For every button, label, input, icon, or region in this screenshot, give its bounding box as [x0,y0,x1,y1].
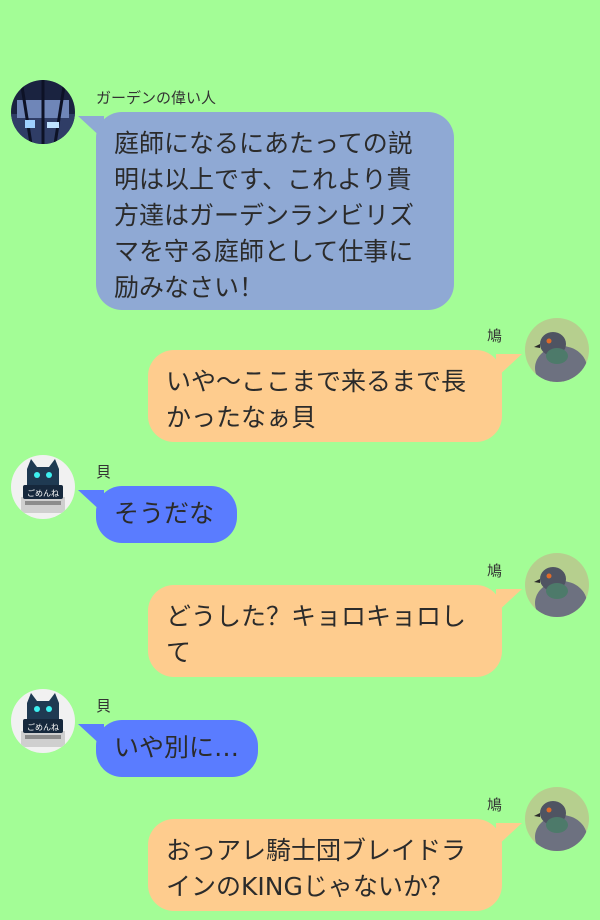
avatar-pigeon[interactable] [525,318,589,382]
message-text: いや別に… [114,733,240,762]
avatar-admin[interactable] [11,80,75,144]
message-bubble[interactable]: どうした？キョロキョロし て [148,585,502,677]
avatar-pigeon[interactable] [525,787,589,851]
message-text: いや〜ここまで来るまで長 かったなぁ貝 [166,367,467,432]
sender-name: 鳩 [487,796,503,814]
robot-cat-icon: ごめんね [11,455,75,519]
pigeon-icon [525,553,589,617]
avatar-pigeon[interactable] [525,553,589,617]
city-window-icon [11,80,75,144]
pigeon-icon [525,318,589,382]
sender-name: ガーデンの偉い人 [96,89,217,107]
avatar-kai[interactable]: ごめんね [11,689,75,753]
message-text: 庭師になるにあたっての説 明は以上です、これより貴 方達はガーデンランビリズ マ… [114,129,415,302]
avatar-kai[interactable]: ごめんね [11,455,75,519]
sender-name: 鳩 [487,327,503,345]
message-bubble[interactable]: おっアレ騎士団ブレイドラ インのKINGじゃないか？ [148,819,502,911]
sender-name: 貝 [96,697,112,715]
avatar-label: ごめんね [27,722,59,732]
avatar-label: ごめんね [27,488,59,498]
robot-cat-icon: ごめんね [11,689,75,753]
message-bubble[interactable]: そうだな [96,486,237,543]
message-text: どうした？キョロキョロし て [166,602,467,667]
message-bubble[interactable]: いや〜ここまで来るまで長 かったなぁ貝 [148,350,502,442]
pigeon-icon [525,787,589,851]
sender-name: 貝 [96,463,112,481]
message-bubble[interactable]: 庭師になるにあたっての説 明は以上です、これより貴 方達はガーデンランビリズ マ… [96,112,454,310]
message-text: そうだな [114,499,215,528]
message-text: おっアレ騎士団ブレイドラ インのKINGじゃないか？ [166,836,467,901]
sender-name: 鳩 [487,562,503,580]
message-bubble[interactable]: いや別に… [96,720,258,777]
